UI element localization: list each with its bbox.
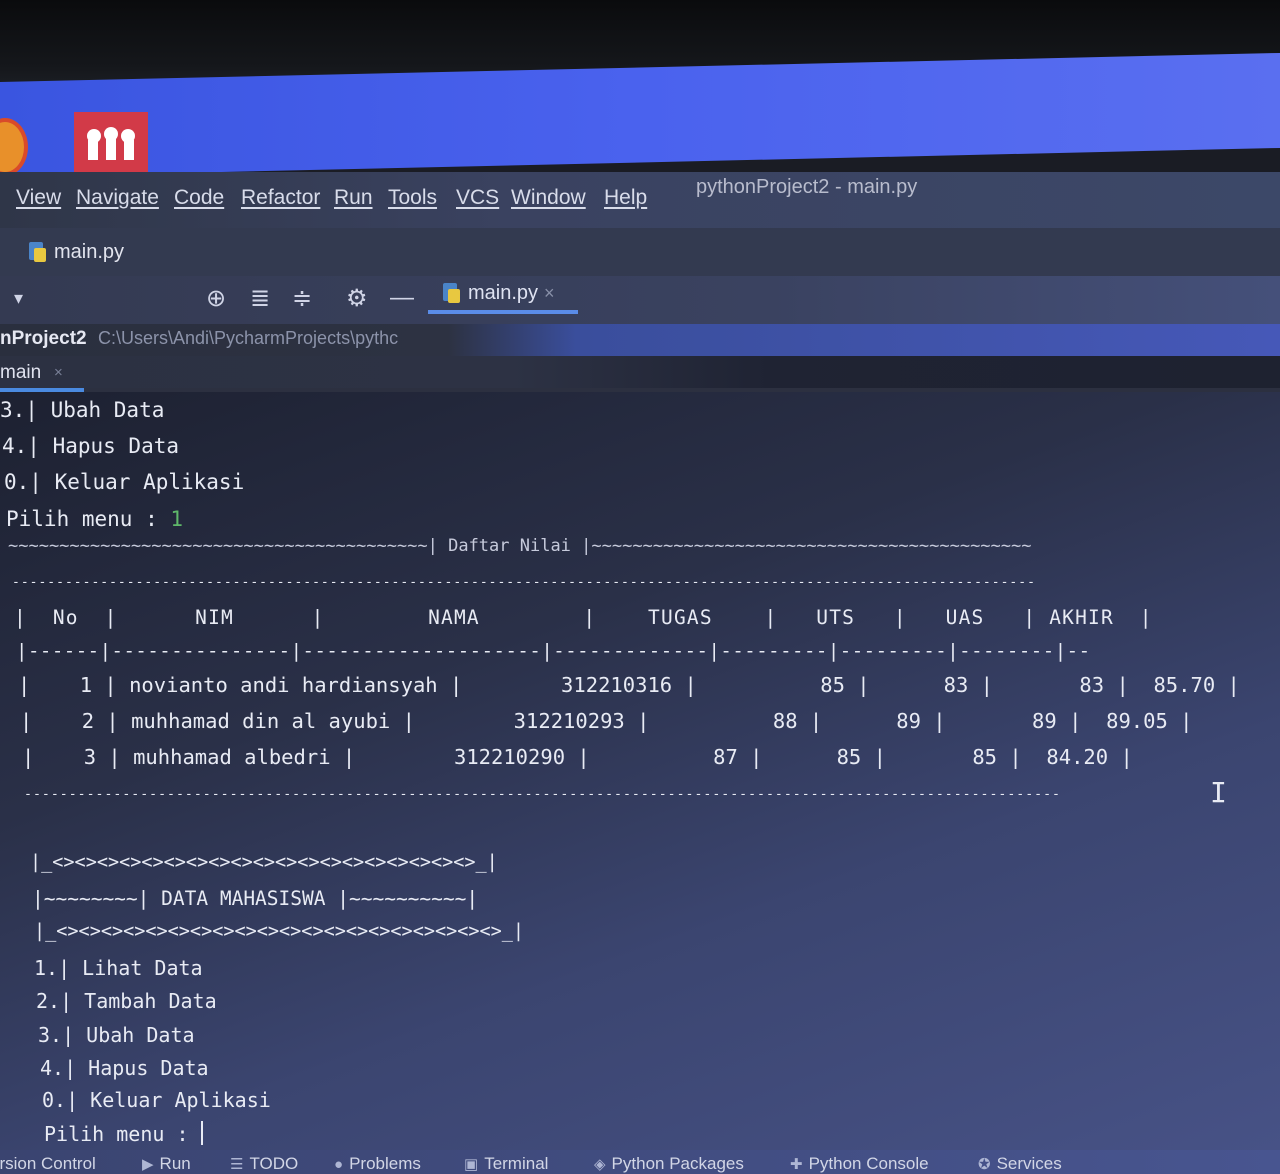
- prompt-input-value: 1: [170, 507, 184, 531]
- menu-code[interactable]: Code: [174, 186, 224, 210]
- menu-option: 3.| Ubah Data: [38, 1023, 195, 1047]
- terminal-icon: ▣: [464, 1156, 479, 1173]
- close-icon[interactable]: ×: [54, 364, 63, 381]
- todo-icon: ☰: [230, 1156, 244, 1173]
- menu-view[interactable]: View: [16, 186, 61, 210]
- text-cursor-icon: I: [1210, 776, 1227, 809]
- toolbar: [0, 276, 1280, 324]
- tool-label: Terminal: [484, 1154, 549, 1173]
- gear-icon[interactable]: ⚙: [346, 284, 368, 313]
- console-line: 3.| Ubah Data: [0, 398, 165, 422]
- expand-all-icon[interactable]: ≣: [250, 284, 270, 313]
- problems-icon: ●: [334, 1155, 344, 1173]
- input-caret: [200, 1121, 203, 1145]
- menu-tools[interactable]: Tools: [388, 186, 437, 210]
- table-row: | 1 | novianto andi hardiansyah | 312210…: [18, 673, 1240, 697]
- table-header: | No | NIM | NAMA | TUGAS | UTS | UAS | …: [14, 606, 1153, 629]
- tool-services[interactable]: ✪ Services: [978, 1154, 1062, 1174]
- table-row: | 3 | muhhamad albedri | 312210290 | 87 …: [22, 745, 1133, 769]
- python-console-icon: ✚: [790, 1156, 803, 1173]
- tool-label: Python Console: [808, 1154, 929, 1173]
- menu-option: 4.| Hapus Data: [40, 1056, 209, 1080]
- menu-window[interactable]: Window: [511, 186, 586, 210]
- menu-vcs[interactable]: VCS: [456, 186, 499, 210]
- file-breadcrumb[interactable]: main.py: [26, 240, 124, 264]
- services-icon: ✪: [978, 1156, 991, 1173]
- app-taskbar-icon[interactable]: [74, 112, 148, 176]
- close-icon[interactable]: ×: [544, 283, 555, 304]
- console-prompt[interactable]: Pilih menu :: [44, 1121, 203, 1146]
- menu-run[interactable]: Run: [334, 186, 373, 210]
- tool-run[interactable]: ▶ Run: [142, 1154, 191, 1174]
- navigation-bar: [0, 228, 1280, 278]
- menu-option: 2.| Tambah Data: [36, 989, 217, 1013]
- project-path: C:\Users\Andi\PycharmProjects\pythc: [98, 328, 399, 348]
- file-breadcrumb-label: main.py: [54, 240, 125, 263]
- tool-label: Services: [996, 1154, 1062, 1173]
- collapse-all-icon[interactable]: ≑: [292, 284, 312, 313]
- tool-label: Problems: [349, 1154, 421, 1173]
- run-icon: ▶: [142, 1156, 154, 1173]
- run-tab-main[interactable]: main: [0, 362, 41, 384]
- minimize-icon[interactable]: —: [390, 284, 414, 312]
- menu-navigate[interactable]: Navigate: [76, 186, 159, 210]
- tool-todo[interactable]: ☰ TODO: [230, 1154, 298, 1174]
- project-name[interactable]: nProject2: [0, 328, 87, 350]
- tool-python-packages[interactable]: ◈ Python Packages: [594, 1154, 744, 1174]
- menu-refactor[interactable]: Refactor: [241, 186, 320, 210]
- crosshair-icon[interactable]: ⊕: [206, 284, 226, 313]
- console-line: 0.| Keluar Aplikasi: [4, 470, 245, 494]
- python-file-icon: [29, 242, 46, 262]
- app-logo-icon: [87, 127, 135, 160]
- daftar-nilai-title: ~~~~~~~~~~~~~~~~~~~~~~~~~~~~~~~~~~~~~~~~…: [8, 536, 1032, 556]
- tool-label: Run: [159, 1154, 191, 1173]
- window-title: pythonProject2 - main.py: [696, 176, 918, 198]
- menu-help[interactable]: Help: [604, 186, 647, 210]
- table-row: | 2 | muhhamad din al ayubi | 312210293 …: [20, 709, 1193, 733]
- menu-box-title: |~~~~~~~~| DATA MAHASISWA |~~~~~~~~~~|: [32, 887, 479, 910]
- table-rule-bottom: ----------------------------------------…: [24, 787, 1061, 802]
- tool-version-control[interactable]: ersion Control: [0, 1154, 96, 1174]
- prompt-label: Pilih menu :: [6, 507, 171, 531]
- console-line: 4.| Hapus Data: [2, 434, 180, 458]
- menu-box-top: |_<><><><><><><><><><><><><><><><><><><>…: [30, 852, 498, 873]
- tab-main-py[interactable]: main.py ×: [428, 276, 578, 314]
- table-header-separator: |------|---------------|----------------…: [16, 640, 1091, 662]
- run-tab-bar: [0, 356, 1280, 388]
- packages-icon: ◈: [594, 1156, 606, 1173]
- tool-label: Python Packages: [611, 1154, 744, 1173]
- python-file-icon: [443, 283, 460, 303]
- dropdown-chevron-icon[interactable]: ▾: [14, 288, 23, 309]
- menu-box-bottom: |_<><><><><><><><><><><><><><><><><><><>…: [34, 921, 525, 942]
- tool-label: ersion Control: [0, 1154, 96, 1173]
- tool-terminal[interactable]: ▣ Terminal: [464, 1154, 548, 1174]
- menu-option: 1.| Lihat Data: [34, 956, 203, 980]
- tool-label: TODO: [249, 1154, 299, 1173]
- tab-label: main.py: [468, 281, 539, 304]
- console-prompt: Pilih menu : 1: [6, 507, 183, 531]
- tool-problems[interactable]: ● Problems: [334, 1154, 421, 1174]
- tool-python-console[interactable]: ✚ Python Console: [790, 1154, 929, 1174]
- table-rule-top: ----------------------------------------…: [12, 575, 1036, 590]
- menu-option: 0.| Keluar Aplikasi: [42, 1088, 271, 1112]
- prompt-label: Pilih menu :: [44, 1122, 201, 1146]
